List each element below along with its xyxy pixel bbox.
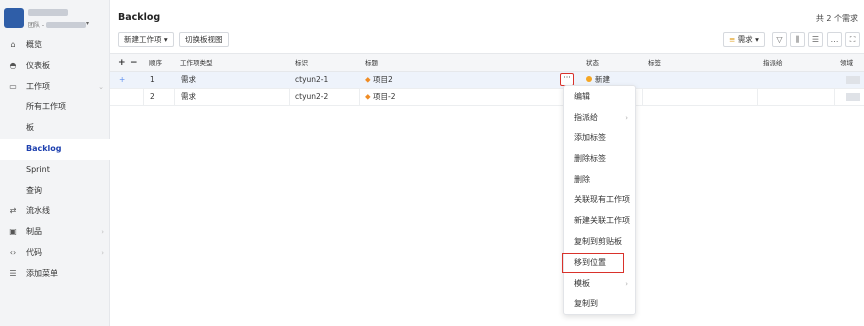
sidebar-item-artifacts[interactable]: ▣ 制品 › bbox=[0, 222, 110, 243]
chevron-right-icon: › bbox=[101, 248, 104, 257]
sidebar-nav: ⌂ 概览 ◓ 仪表板 ▭ 工作项 ⌄ 所有工作项 板 Backlog Sprin… bbox=[0, 35, 110, 285]
requirement-icon: ⬥ bbox=[365, 92, 371, 101]
col-title[interactable]: 标题 bbox=[365, 54, 378, 72]
team-name-redacted bbox=[28, 9, 68, 16]
item-count: 共 2 个需求 bbox=[815, 14, 858, 23]
menu-item-move-to-position[interactable]: 移到位置 bbox=[562, 253, 624, 273]
chevron-down-icon: ⌄ bbox=[98, 82, 104, 91]
page-title: Backlog bbox=[118, 12, 161, 23]
col-type[interactable]: 工作项类型 bbox=[180, 54, 213, 72]
sidebar-item-board[interactable]: 板 bbox=[0, 118, 110, 139]
col-tags[interactable]: 标签 bbox=[648, 54, 661, 72]
area-redacted bbox=[846, 72, 860, 88]
team-switcher[interactable]: 团队 - ▾ bbox=[4, 8, 104, 30]
type-filter-dropdown[interactable]: ≡ 需求 ▾ bbox=[723, 32, 765, 47]
sidebar-item-add-menu[interactable]: ☰ 添加菜单 bbox=[0, 264, 110, 285]
row-title[interactable]: 项目-2 bbox=[373, 92, 395, 101]
dashboard-icon: ◓ bbox=[9, 60, 17, 70]
sidebar-item-sprint[interactable]: Sprint bbox=[0, 160, 110, 181]
col-order[interactable]: 顺序 bbox=[149, 54, 162, 72]
app-window: 团队 - ▾ ⌂ 概览 ◓ 仪表板 ▭ 工作项 ⌄ 所有工作项 板 Backlo… bbox=[0, 0, 864, 326]
sidebar: 团队 - ▾ ⌂ 概览 ◓ 仪表板 ▭ 工作项 ⌄ 所有工作项 板 Backlo… bbox=[0, 0, 110, 326]
funnel-icon[interactable]: ▽ bbox=[772, 32, 787, 47]
add-child-icon[interactable]: + bbox=[119, 72, 125, 88]
table-header: + − 顺序 工作项类型 标识 标题 状态 标签 指派给 领域 bbox=[110, 53, 864, 72]
sidebar-item-all-workitems[interactable]: 所有工作项 bbox=[0, 97, 110, 118]
area-redacted bbox=[846, 89, 860, 105]
main-content: Backlog 共 2 个需求 新建工作项 ▾ 切换板视图 ≡ 需求 ▾ ▽ ⫼… bbox=[110, 0, 864, 326]
menu-item-add-tag[interactable]: 添加标签 bbox=[564, 128, 637, 148]
collapse-all-icon[interactable]: − bbox=[130, 54, 138, 72]
sidebar-item-workitems[interactable]: ▭ 工作项 ⌄ bbox=[0, 77, 110, 98]
chevron-right-icon: › bbox=[101, 228, 104, 237]
artifact-icon: ▣ bbox=[9, 227, 17, 237]
columns-icon[interactable]: ⫼ bbox=[790, 32, 805, 47]
chevron-down-icon[interactable]: ▾ bbox=[86, 20, 89, 27]
chevron-right-icon: › bbox=[625, 114, 628, 122]
menu-item-link-existing[interactable]: 关联现有工作项 bbox=[564, 190, 637, 210]
table-row[interactable]: + 1 需求 ctyun2-1 ⬥ 项目2 ··· 新建 bbox=[110, 72, 864, 89]
more-icon[interactable]: … bbox=[827, 32, 842, 47]
col-id[interactable]: 标识 bbox=[295, 54, 308, 72]
menu-item-assign[interactable]: 指派给 › bbox=[564, 108, 637, 128]
menu-item-template[interactable]: 模板 › bbox=[564, 274, 637, 294]
sidebar-item-dashboard[interactable]: ◓ 仪表板 bbox=[0, 56, 110, 77]
team-label: 团队 - bbox=[28, 22, 45, 29]
table-row[interactable]: 2 需求 ctyun2-2 ⬥ 项目-2 bbox=[110, 89, 864, 106]
row-title[interactable]: 项目2 bbox=[373, 75, 393, 84]
sidebar-item-pipeline[interactable]: ⇄ 流水线 bbox=[0, 201, 110, 222]
menu-item-delete[interactable]: 删除 bbox=[564, 170, 637, 190]
list-icon[interactable]: ☰ bbox=[808, 32, 823, 47]
col-status[interactable]: 状态 bbox=[586, 54, 599, 72]
sidebar-item-code[interactable]: ‹› 代码 › bbox=[0, 243, 110, 264]
switch-board-view-button[interactable]: 切换板视图 bbox=[179, 32, 229, 47]
col-area[interactable]: 领域 bbox=[840, 54, 853, 72]
sidebar-item-query[interactable]: 查询 bbox=[0, 181, 110, 202]
menu-item-remove-tag[interactable]: 删除标签 bbox=[564, 149, 637, 169]
chevron-right-icon: › bbox=[625, 280, 628, 288]
row-context-menu: 编辑 指派给 › 添加标签 删除标签 删除 关联现有工作项 新建关联工作项 复制到… bbox=[562, 85, 637, 315]
backlog-table: + − 顺序 工作项类型 标识 标题 状态 标签 指派给 领域 + 1 需求 c… bbox=[110, 53, 864, 106]
new-workitem-button[interactable]: 新建工作项 ▾ bbox=[118, 32, 174, 47]
team-avatar bbox=[4, 8, 24, 28]
menu-item-copy-clipboard[interactable]: 复制到剪贴板 bbox=[564, 232, 637, 252]
menu-item-copy-to[interactable]: 复制到 bbox=[564, 294, 637, 314]
home-icon: ⌂ bbox=[10, 40, 16, 49]
col-assignee[interactable]: 指派给 bbox=[763, 54, 783, 72]
requirement-icon: ⬥ bbox=[365, 75, 371, 84]
pipeline-icon: ⇄ bbox=[9, 206, 17, 216]
sidebar-item-backlog[interactable]: Backlog bbox=[0, 138, 110, 160]
workitem-icon: ▭ bbox=[9, 81, 17, 91]
fullscreen-icon[interactable]: ⛶ bbox=[845, 32, 860, 47]
menu-icon: ☰ bbox=[9, 268, 17, 278]
sidebar-item-overview[interactable]: ⌂ 概览 bbox=[0, 35, 110, 56]
menu-item-edit[interactable]: 编辑 bbox=[564, 87, 637, 107]
code-icon: ‹› bbox=[9, 247, 17, 257]
expand-all-icon[interactable]: + bbox=[118, 54, 126, 72]
filter-icon: ≡ bbox=[729, 35, 736, 44]
menu-item-new-linked[interactable]: 新建关联工作项 bbox=[564, 211, 637, 231]
